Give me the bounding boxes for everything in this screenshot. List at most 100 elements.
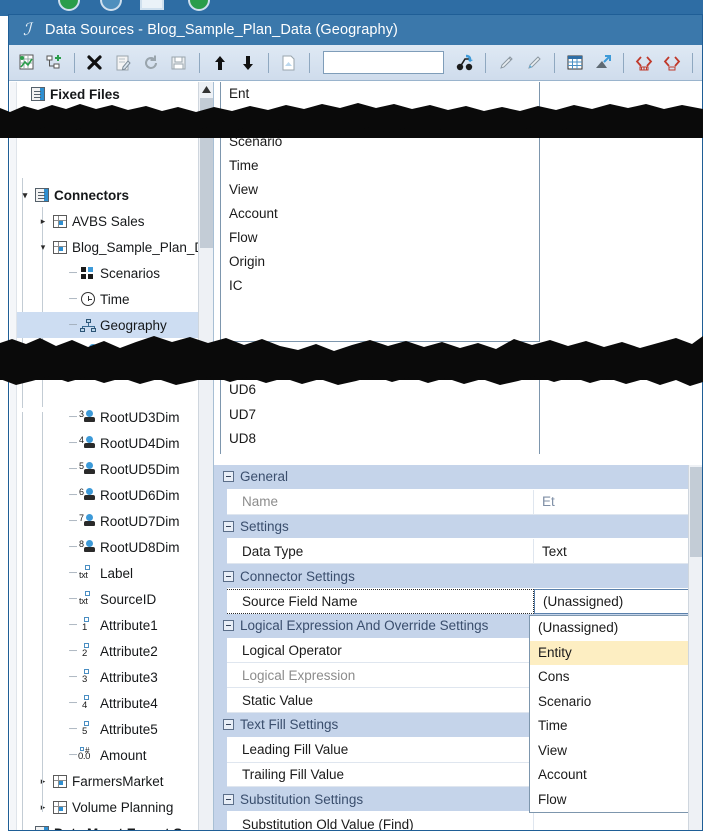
- collapse-icon[interactable]: [223, 570, 234, 582]
- collapse-icon[interactable]: [223, 620, 234, 632]
- refresh-icon[interactable]: [138, 49, 164, 77]
- property-row[interactable]: Source Field Name (Unassigned): [214, 588, 702, 614]
- list-item[interactable]: IC: [221, 274, 539, 298]
- property-grid-scrollbar[interactable]: [688, 465, 702, 830]
- process-icon[interactable]: [452, 49, 478, 77]
- scrollbar-thumb[interactable]: [690, 467, 702, 557]
- scrollbar-thumb[interactable]: [200, 98, 213, 248]
- property-row[interactable]: Substitution Old Value (Find): [214, 812, 702, 830]
- property-label[interactable]: Source Field Name: [214, 588, 534, 614]
- source-field-list-upper[interactable]: Ent Cons Scenario Time View Account Flow Origin…: [220, 82, 540, 342]
- ribbon-info-icon[interactable]: [100, 0, 122, 11]
- import-arrow-icon[interactable]: [590, 49, 616, 77]
- list-item[interactable]: UD6: [221, 378, 539, 403]
- collapse-icon[interactable]: [223, 520, 234, 532]
- pencil-icon[interactable]: [493, 49, 519, 77]
- tree-item-time[interactable]: ─ Time: [10, 286, 213, 312]
- tree-item-attribute1[interactable]: ─ 1 Attribute1: [10, 612, 213, 638]
- property-label[interactable]: Trailing Fill Value: [214, 762, 534, 788]
- tree-item-volume-planning[interactable]: ▸ Volume Planning: [10, 794, 213, 820]
- dropdown-option[interactable]: Scenario: [530, 690, 702, 715]
- expand-toggle-icon[interactable]: ▾: [36, 242, 50, 253]
- property-label[interactable]: Name: [214, 489, 534, 515]
- tree-scrollbar[interactable]: [198, 82, 213, 830]
- tree-item-attribute3[interactable]: ─ 3 Attribute3: [10, 664, 213, 690]
- ribbon-run-icon[interactable]: [188, 0, 210, 11]
- export-file-icon[interactable]: [276, 49, 302, 77]
- dropdown-option[interactable]: Cons: [530, 665, 702, 690]
- tree-item-rootud7dim[interactable]: ─ 7 RootUD7Dim: [10, 508, 213, 534]
- property-category[interactable]: Connector Settings: [214, 564, 702, 589]
- property-label[interactable]: Logical Expression: [214, 663, 534, 689]
- edit-note-icon[interactable]: [110, 49, 136, 77]
- property-value[interactable]: [534, 812, 702, 830]
- collapse-icon[interactable]: [223, 471, 234, 483]
- ribbon-copy-icon[interactable]: [140, 0, 164, 10]
- tree-item-rootud5dim[interactable]: ─ 5 RootUD5Dim: [10, 456, 213, 482]
- table-grid-icon[interactable]: [562, 49, 588, 77]
- tree-item-attribute5[interactable]: ─ 5 Attribute5: [10, 716, 213, 742]
- tree-item-rootud6dim[interactable]: ─ 6 RootUD6Dim: [10, 482, 213, 508]
- dropdown-option[interactable]: Entity: [530, 640, 702, 665]
- property-category-row[interactable]: General: [214, 465, 702, 490]
- property-category-row[interactable]: Settings: [214, 514, 702, 540]
- list-item[interactable]: View: [221, 178, 539, 202]
- search-input-wrap[interactable]: [322, 51, 445, 74]
- tree-item-rootud4dim[interactable]: ─ 4 RootUD4Dim: [10, 430, 213, 456]
- property-value[interactable]: Et: [534, 489, 702, 515]
- list-item[interactable]: Origin: [221, 250, 539, 274]
- tree-item-farmersmarket[interactable]: ▸ FarmersMarket: [10, 768, 213, 794]
- tree-item-amount[interactable]: ─ #0.0 Amount: [10, 742, 213, 768]
- property-category[interactable]: General: [214, 465, 702, 490]
- tree-item-geography[interactable]: ─ Geography: [10, 312, 213, 338]
- add-data-source-icon[interactable]: [13, 49, 39, 77]
- dropdown-option[interactable]: View: [530, 739, 702, 764]
- collapse-icon[interactable]: [223, 793, 234, 805]
- tree-item-scenarios[interactable]: ─ Scenarios: [10, 260, 213, 286]
- property-category[interactable]: Settings: [214, 514, 702, 540]
- pencil-alt-icon[interactable]: [521, 49, 547, 77]
- code-brackets-alt-icon[interactable]: [659, 49, 685, 77]
- tree-item-blog-sample-plan-da[interactable]: ▾ Blog_Sample_Plan_Da: [10, 234, 213, 260]
- dropdown-option[interactable]: Flow: [530, 788, 702, 813]
- property-label[interactable]: Substitution Old Value (Find): [214, 812, 534, 830]
- tree-item-rootud3dim[interactable]: ─ 3 RootUD3Dim: [10, 404, 213, 430]
- tree-item-connectors[interactable]: ▾ Connectors: [10, 182, 213, 208]
- list-item[interactable]: Account: [221, 202, 539, 226]
- list-item[interactable]: Scenario: [221, 130, 539, 154]
- property-label[interactable]: Leading Fill Value: [214, 737, 534, 763]
- property-category-row[interactable]: Connector Settings: [214, 564, 702, 589]
- property-label[interactable]: Logical Operator: [214, 638, 534, 664]
- property-value[interactable]: Text: [534, 539, 702, 565]
- tree-item-label[interactable]: ─ txt Label: [10, 560, 213, 586]
- tree-item-attribute2[interactable]: ─ 2 Attribute2: [10, 638, 213, 664]
- property-label[interactable]: Data Type: [214, 539, 534, 565]
- tree-upper-group[interactable]: ▾ Connectors ▸ AVBS Sales ▾ Blog_Sample_Plan_…: [10, 182, 213, 364]
- list-item[interactable]: Flow: [221, 226, 539, 250]
- source-field-name-dropdown[interactable]: (Unassigned) Entity Cons Scenario Time View Ac…: [529, 615, 702, 813]
- property-row[interactable]: Name Et: [214, 489, 702, 515]
- save-icon[interactable]: [166, 49, 192, 77]
- tree-item-avbs-sales[interactable]: ▸ AVBS Sales: [10, 208, 213, 234]
- list-item[interactable]: Time: [221, 154, 539, 178]
- add-node-icon[interactable]: [41, 49, 67, 77]
- property-row[interactable]: Data Type Text: [214, 539, 702, 565]
- list-item[interactable]: UD8: [221, 427, 539, 452]
- property-label[interactable]: Static Value: [214, 688, 534, 713]
- source-field-list-mid[interactable]: UD6 UD7 UD8: [220, 378, 540, 454]
- property-value[interactable]: (Unassigned): [534, 588, 702, 614]
- delete-icon[interactable]: [82, 49, 108, 77]
- detail-pane[interactable]: Ent Cons Scenario Time View Account Flow Origin…: [214, 82, 702, 830]
- list-item[interactable]: Ent: [221, 82, 539, 106]
- dropdown-option[interactable]: Time: [530, 714, 702, 739]
- expand-toggle-icon[interactable]: ▾: [18, 190, 32, 201]
- move-down-icon[interactable]: [235, 49, 261, 77]
- expand-toggle-icon[interactable]: ▾: [18, 828, 32, 831]
- tree-item-fixed-files[interactable]: Fixed Files: [10, 82, 213, 106]
- tree-item-rootud8dim[interactable]: ─ 8 RootUD8Dim: [10, 534, 213, 560]
- search-input[interactable]: [323, 52, 444, 73]
- expand-toggle-icon[interactable]: ▸: [36, 776, 50, 787]
- expand-toggle-icon[interactable]: ▸: [36, 216, 50, 227]
- connectors-tree-pane[interactable]: Fixed Files ▾ Connectors ▸ AVBS Sales ▾ Blog_…: [10, 82, 214, 831]
- tree-item-data-mgmt-export-sequ[interactable]: ▾ Data Mgmt Export Sequ: [10, 820, 213, 831]
